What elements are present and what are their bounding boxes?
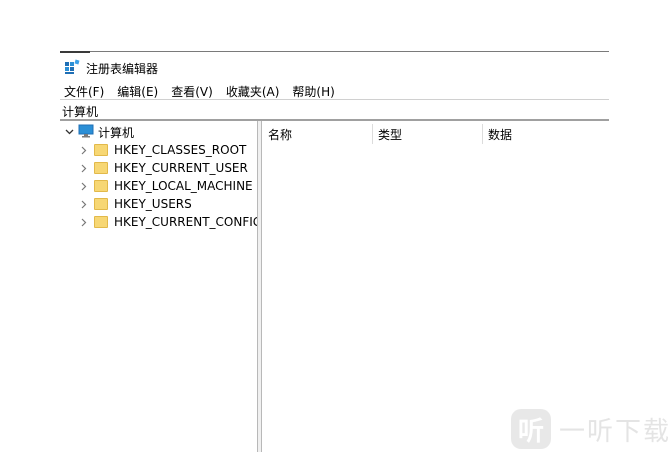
menu-bar: 文件(F) 编辑(E) 查看(V) 收藏夹(A) 帮助(H) bbox=[64, 83, 335, 100]
column-divider[interactable] bbox=[372, 124, 373, 144]
menu-edit[interactable]: 编辑(E) bbox=[117, 83, 158, 100]
menu-help[interactable]: 帮助(H) bbox=[292, 83, 334, 100]
tree-item-label: HKEY_LOCAL_MACHINE bbox=[114, 179, 253, 193]
tree-item-label: HKEY_CURRENT_USER bbox=[114, 161, 248, 175]
window-top-accent bbox=[60, 51, 90, 53]
menu-file[interactable]: 文件(F) bbox=[64, 83, 104, 100]
tree-item-hkey-current-config[interactable]: HKEY_CURRENT_CONFIG bbox=[79, 213, 262, 231]
column-header-name[interactable]: 名称 bbox=[268, 125, 292, 143]
folder-icon bbox=[94, 144, 108, 156]
chevron-down-icon[interactable] bbox=[64, 127, 74, 137]
chevron-right-icon[interactable] bbox=[79, 199, 89, 209]
column-header-data[interactable]: 数据 bbox=[488, 125, 512, 143]
column-header-type[interactable]: 类型 bbox=[378, 125, 402, 143]
menu-favorites[interactable]: 收藏夹(A) bbox=[226, 83, 280, 100]
chevron-right-icon[interactable] bbox=[79, 145, 89, 155]
menu-view[interactable]: 查看(V) bbox=[171, 83, 213, 100]
window-top-border bbox=[60, 51, 609, 52]
address-bar[interactable]: 计算机 bbox=[62, 103, 98, 120]
folder-icon bbox=[94, 216, 108, 228]
window-title: 注册表编辑器 bbox=[86, 61, 159, 76]
tree-item-hkey-classes-root[interactable]: HKEY_CLASSES_ROOT bbox=[79, 141, 246, 159]
tree-root-label: 计算机 bbox=[98, 125, 135, 140]
watermark-text: 一听下载 bbox=[559, 416, 671, 447]
title-bar: 注册表编辑器 bbox=[64, 59, 159, 78]
folder-icon bbox=[94, 180, 108, 192]
registry-tree: 计算机 HKEY_CLASSES_ROOT HKEY_CURRENT_USER … bbox=[60, 121, 262, 452]
tree-item-hkey-local-machine[interactable]: HKEY_LOCAL_MACHINE bbox=[79, 177, 253, 195]
folder-icon bbox=[94, 198, 108, 210]
chevron-right-icon[interactable] bbox=[79, 181, 89, 191]
tree-root-computer[interactable]: 计算机 bbox=[64, 123, 134, 141]
computer-icon bbox=[78, 124, 94, 141]
folder-icon bbox=[94, 162, 108, 174]
tree-item-label: HKEY_CURRENT_CONFIG bbox=[114, 215, 263, 229]
chevron-right-icon[interactable] bbox=[79, 163, 89, 173]
tree-item-hkey-current-user[interactable]: HKEY_CURRENT_USER bbox=[79, 159, 248, 177]
values-list: 名称 类型 数据 bbox=[262, 121, 609, 452]
chevron-right-icon[interactable] bbox=[79, 217, 89, 227]
watermark: 听 一听下载 bbox=[511, 409, 671, 449]
menu-divider bbox=[60, 99, 609, 100]
watermark-logo-icon: 听 bbox=[511, 409, 551, 449]
regedit-icon bbox=[64, 59, 80, 78]
column-divider[interactable] bbox=[482, 124, 483, 144]
tree-item-label: HKEY_USERS bbox=[114, 197, 192, 211]
tree-item-hkey-users[interactable]: HKEY_USERS bbox=[79, 195, 192, 213]
tree-item-label: HKEY_CLASSES_ROOT bbox=[114, 143, 247, 157]
